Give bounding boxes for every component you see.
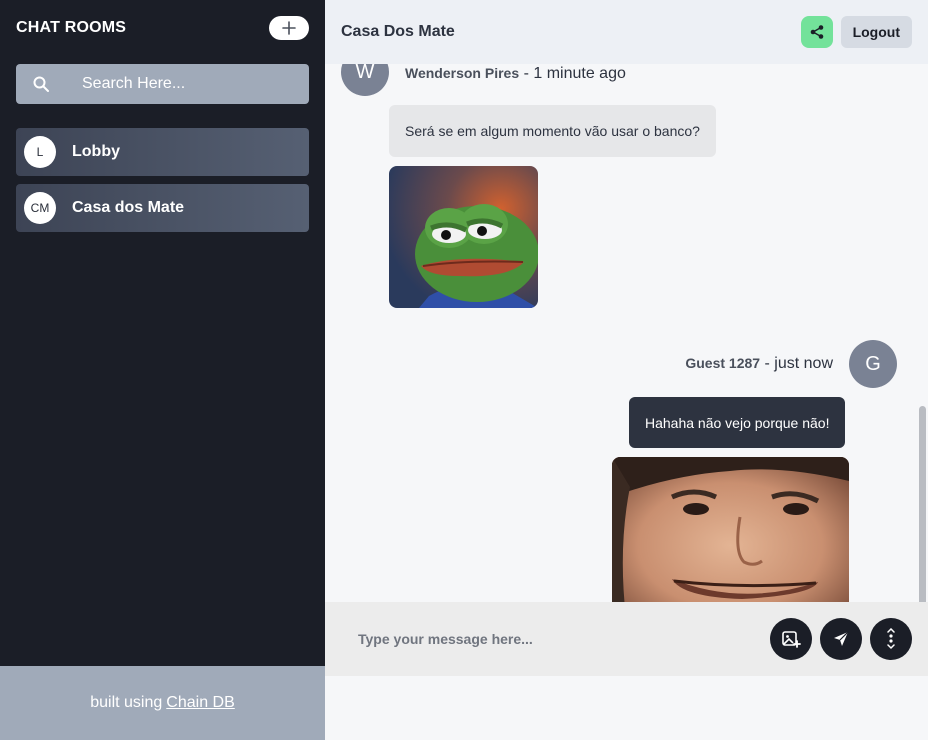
add-room-button[interactable] [269, 16, 309, 40]
room-item-casa-dos-mate[interactable]: CM Casa dos Mate [16, 184, 309, 232]
message-composer [325, 602, 928, 676]
more-options-button[interactable] [870, 618, 912, 660]
message-meta: Wenderson Pires - 1 minute ago [405, 65, 626, 83]
message-author: Guest 1287 [685, 355, 761, 371]
search-icon [16, 64, 66, 104]
search-input[interactable] [66, 64, 309, 104]
room-item-lobby[interactable]: L Lobby [16, 128, 309, 176]
message-author: Wenderson Pires [405, 65, 520, 81]
message-bubble: Será se em algum momento vão usar o banc… [389, 105, 716, 157]
send-icon [834, 631, 849, 646]
add-image-icon [782, 631, 801, 648]
footer-text: built using [90, 694, 163, 711]
sidebar: CHAT ROOMS L Lobby CM Casa dos Mate [0, 0, 325, 666]
attach-image-button[interactable] [770, 618, 812, 660]
plus-icon [282, 21, 296, 35]
chat-header: Casa Dos Mate Logout [325, 0, 928, 64]
room-list: L Lobby CM Casa dos Mate [16, 128, 309, 240]
logout-button[interactable]: Logout [840, 16, 912, 48]
message-meta: Guest 1287 - just now [685, 355, 833, 373]
avatar: W [341, 64, 389, 96]
share-button[interactable] [800, 16, 833, 48]
share-icon [810, 25, 823, 39]
search-box [16, 64, 309, 104]
room-avatar: CM [24, 192, 56, 224]
message-bubble: Hahaha não vejo porque não! [629, 397, 846, 448]
room-name: Casa dos Mate [72, 199, 185, 216]
chain-db-link[interactable]: Chain DB [166, 694, 234, 712]
room-name: Lobby [72, 143, 120, 160]
send-button[interactable] [820, 618, 862, 660]
sidebar-title: CHAT ROOMS [16, 19, 127, 36]
avatar: G [849, 340, 897, 388]
sad-frog-meme-image[interactable] [389, 166, 538, 308]
room-avatar: L [24, 136, 56, 168]
chat-main: Casa Dos Mate Logout W Wenderson Pires -… [325, 0, 928, 740]
more-vertical-icon [887, 628, 895, 650]
room-title: Casa Dos Mate [341, 23, 455, 40]
sidebar-footer: built using Chain DB [0, 666, 325, 740]
message-input[interactable] [325, 619, 762, 659]
message-list[interactable]: W Wenderson Pires - 1 minute ago Será se… [325, 64, 928, 666]
message-time: - 1 minute ago [523, 65, 626, 82]
message-time: - just now [764, 355, 833, 372]
smiling-man-meme-image[interactable] [612, 457, 849, 618]
sidebar-header: CHAT ROOMS [16, 16, 309, 40]
